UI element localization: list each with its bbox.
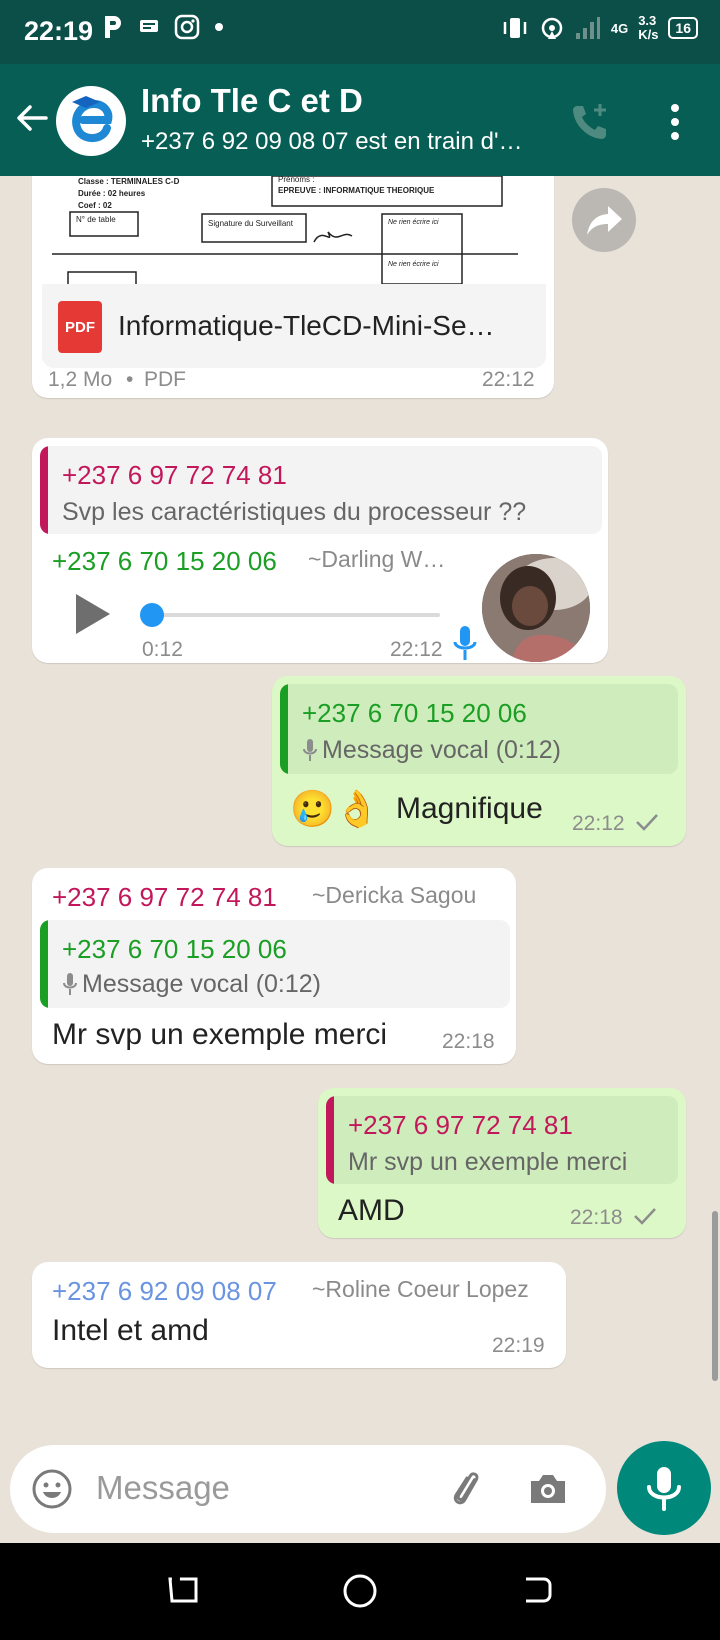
back-arrow-icon[interactable] bbox=[14, 100, 50, 136]
document-file-name: Informatique-TleCD-Mini-Se… bbox=[118, 310, 495, 341]
network-type: 4G bbox=[610, 20, 629, 36]
document-preview[interactable]: Classe : TERMINALES C-D Durée : 02 heure… bbox=[42, 176, 546, 284]
sender-alias: ~Darling W… bbox=[308, 546, 446, 572]
sender-avatar[interactable] bbox=[482, 554, 590, 662]
document-time: 22:12 bbox=[482, 368, 535, 391]
emoji-reaction: 🥲👌 bbox=[290, 788, 380, 829]
mic-icon bbox=[453, 626, 477, 660]
voice-progress-track[interactable] bbox=[148, 613, 440, 617]
chat-area[interactable]: Classe : TERMINALES C-D Durée : 02 heure… bbox=[0, 176, 720, 1441]
incoming-message[interactable]: +237 6 92 09 08 07 ~Roline Coeur Lopez I… bbox=[32, 1262, 566, 1368]
message-text: Intel et amd bbox=[52, 1314, 209, 1347]
voice-message[interactable]: +237 6 97 72 74 81 Svp les caractéristiq… bbox=[32, 438, 608, 663]
hotspot-icon bbox=[541, 17, 563, 39]
message-sender[interactable]: +237 6 92 09 08 07 bbox=[52, 1276, 277, 1307]
document-type: PDF bbox=[144, 368, 186, 391]
doc-line-duree: Durée : 02 heures bbox=[78, 189, 146, 198]
reply-quote[interactable]: +237 6 97 72 74 81 Svp les caractéristiq… bbox=[40, 446, 602, 534]
net-speed-unit: K/s bbox=[638, 27, 659, 42]
document-meta-dot: • bbox=[126, 368, 134, 391]
message-text: Magnifique bbox=[396, 792, 543, 825]
forward-icon bbox=[587, 206, 622, 235]
doc-line-epreuve: EPREUVE : INFORMATIQUE THEORIQUE bbox=[278, 186, 435, 195]
message-time: 22:18 bbox=[442, 1030, 495, 1053]
instagram-icon bbox=[174, 14, 200, 40]
sent-check-icon bbox=[636, 814, 658, 831]
doc-line-coef: Coef : 02 bbox=[78, 201, 112, 210]
message-composer: Message bbox=[10, 1445, 606, 1533]
more-vert-icon[interactable] bbox=[660, 100, 690, 144]
quote-text: Svp les caractéristiques du processeur ?… bbox=[62, 498, 527, 526]
message-sender[interactable]: +237 6 70 15 20 06 bbox=[52, 546, 277, 577]
incoming-message[interactable]: +237 6 97 72 74 81 ~Dericka Sagou +237 6… bbox=[32, 868, 516, 1064]
chat-header: Info Tle C et D +237 6 92 09 08 07 est e… bbox=[0, 64, 720, 176]
message-time: 22:18 bbox=[570, 1206, 623, 1229]
doc-line-signature: Signature du Surveillant bbox=[208, 219, 294, 228]
doc-line-classe: Classe : TERMINALES C-D bbox=[78, 177, 180, 186]
document-scan-image: Classe : TERMINALES C-D Durée : 02 heure… bbox=[42, 176, 546, 284]
home-icon[interactable] bbox=[342, 1573, 378, 1609]
pdf-file-icon: PDF bbox=[58, 301, 102, 353]
emoji-icon[interactable] bbox=[30, 1467, 74, 1511]
message-time: 22:12 bbox=[390, 638, 443, 661]
notification-dot-icon bbox=[215, 23, 223, 31]
quote-text: Message vocal (0:12) bbox=[322, 736, 562, 764]
status-bar: 22:19 4G 3.3 K/s 16 bbox=[0, 0, 720, 64]
doc-line-prenoms: Prénoms : bbox=[278, 176, 314, 184]
message-text: Mr svp un exemple merci bbox=[52, 1018, 388, 1051]
outgoing-message[interactable]: +237 6 97 72 74 81 Mr svp un exemple mer… bbox=[318, 1088, 686, 1238]
document-size: 1,2 Mo bbox=[48, 368, 113, 391]
sender-alias: ~Dericka Sagou bbox=[312, 882, 477, 908]
mic-small-icon bbox=[63, 973, 77, 995]
document-file-row[interactable]: PDF Informatique-TleCD-Mini-Se… bbox=[42, 284, 546, 368]
message-input[interactable]: Message bbox=[96, 1469, 230, 1507]
voice-duration: 0:12 bbox=[142, 638, 183, 661]
mic-icon bbox=[647, 1467, 681, 1511]
outgoing-message[interactable]: +237 6 70 15 20 06 Message vocal (0:12) … bbox=[272, 676, 686, 846]
net-speed: 3.3 bbox=[638, 13, 657, 28]
reply-quote[interactable]: +237 6 97 72 74 81 Mr svp un exemple mer… bbox=[326, 1096, 678, 1184]
paperclip-icon[interactable] bbox=[446, 1467, 490, 1511]
quote-sender: +237 6 97 72 74 81 bbox=[348, 1110, 573, 1140]
battery-indicator: 16 bbox=[668, 17, 698, 39]
e-learning-logo-icon bbox=[58, 88, 124, 154]
back-nav-icon[interactable] bbox=[520, 1573, 554, 1607]
doc-line-table: N° de table bbox=[76, 215, 116, 224]
vibrate-icon bbox=[503, 18, 527, 38]
avatar-photo-image bbox=[482, 554, 590, 662]
quote-text: Mr svp un exemple merci bbox=[348, 1148, 628, 1176]
chat-subtitle: +237 6 92 09 08 07 est en train d'… bbox=[141, 128, 523, 155]
message-text: AMD bbox=[338, 1194, 405, 1227]
system-nav-bar bbox=[0, 1543, 720, 1640]
sent-check-icon bbox=[634, 1208, 656, 1225]
quote-sender: +237 6 70 15 20 06 bbox=[302, 698, 527, 728]
quote-sender: +237 6 70 15 20 06 bbox=[62, 934, 287, 964]
reply-quote[interactable]: +237 6 70 15 20 06 Message vocal (0:12) bbox=[40, 920, 510, 1008]
chat-scrollbar[interactable] bbox=[712, 1211, 718, 1381]
doc-line-rien2: Ne rien écrire ici bbox=[388, 261, 439, 268]
camera-icon[interactable] bbox=[526, 1467, 570, 1511]
message-time: 22:19 bbox=[492, 1334, 545, 1357]
add-call-icon[interactable] bbox=[568, 100, 612, 144]
status-time: 22:19 bbox=[24, 16, 94, 46]
sender-alias: ~Roline Coeur Lopez bbox=[312, 1276, 529, 1302]
signal-icon bbox=[575, 17, 600, 39]
message-sender[interactable]: +237 6 97 72 74 81 bbox=[52, 882, 277, 913]
voice-record-button[interactable] bbox=[617, 1441, 711, 1535]
quote-text: Message vocal (0:12) bbox=[82, 970, 322, 998]
doc-line-rien1: Ne rien écrire ici bbox=[388, 219, 439, 226]
quote-sender: +237 6 97 72 74 81 bbox=[62, 460, 287, 490]
chat-title[interactable]: Info Tle C et D bbox=[141, 82, 363, 120]
forward-button[interactable] bbox=[572, 188, 636, 252]
message-time: 22:12 bbox=[572, 812, 625, 835]
recent-apps-icon[interactable] bbox=[166, 1573, 200, 1607]
play-icon[interactable] bbox=[70, 590, 114, 638]
parking-app-icon bbox=[105, 16, 121, 38]
message-notification-icon bbox=[140, 20, 158, 32]
voice-progress-thumb[interactable] bbox=[140, 603, 164, 627]
mic-small-icon bbox=[303, 739, 317, 761]
reply-quote[interactable]: +237 6 70 15 20 06 Message vocal (0:12) bbox=[280, 684, 678, 774]
group-avatar[interactable] bbox=[56, 86, 126, 156]
